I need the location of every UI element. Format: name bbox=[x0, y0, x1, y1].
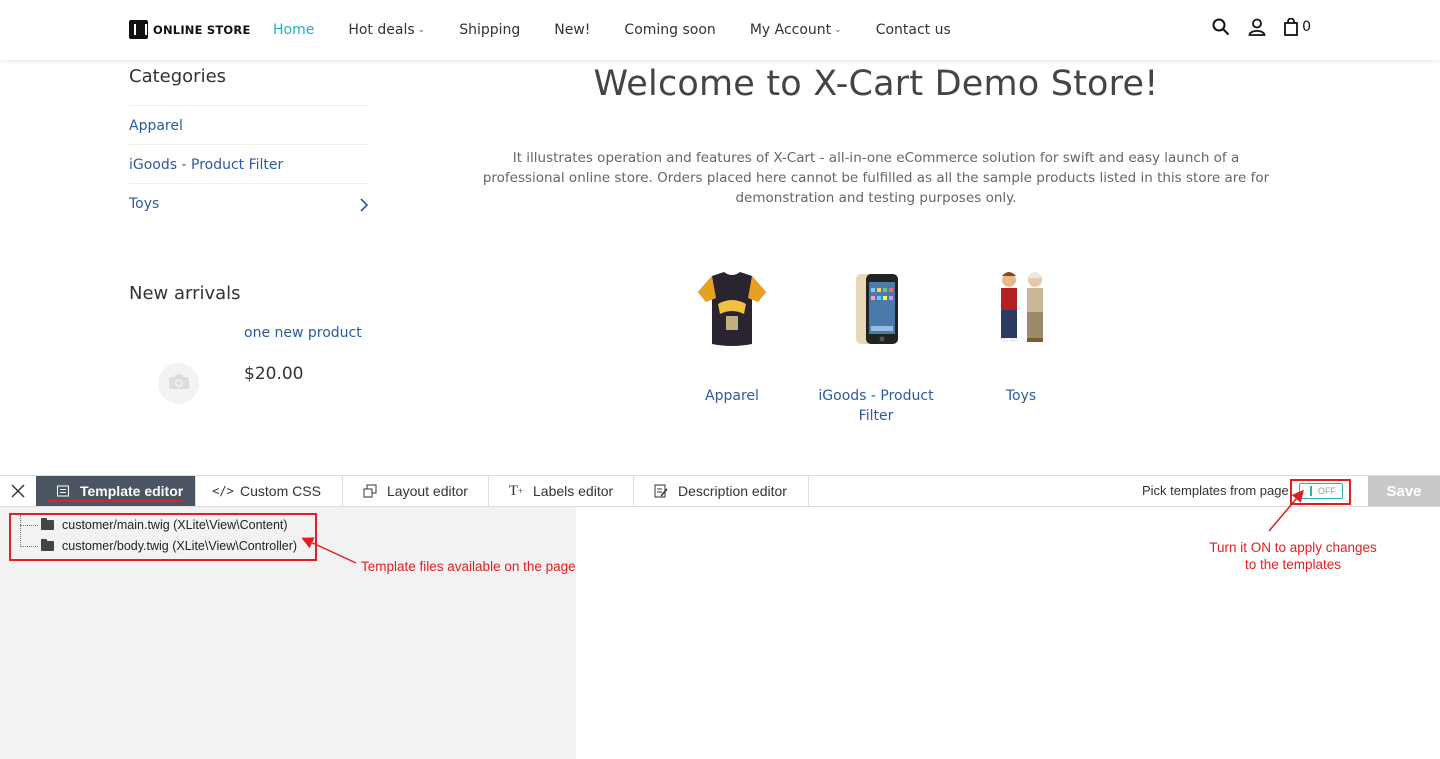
nav-coming-soon-label: Coming soon bbox=[624, 22, 716, 38]
nav-coming-soon[interactable]: Coming soon bbox=[624, 22, 715, 38]
search-icon[interactable] bbox=[1212, 18, 1230, 36]
nav-home-label: Home bbox=[273, 22, 315, 38]
chevron-down-icon: ⌄ bbox=[417, 25, 426, 35]
nav-home[interactable]: Home bbox=[273, 22, 314, 38]
cart-count[interactable]: 0 bbox=[1302, 19, 1311, 35]
nav-my-account[interactable]: My Account ⌄ bbox=[750, 22, 842, 38]
header-tools: 0 bbox=[1212, 18, 1311, 36]
main-nav: Home Hot deals ⌄ Shipping New! Coming soo… bbox=[273, 0, 985, 60]
nav-new-label: New! bbox=[554, 22, 591, 38]
logo-icon bbox=[129, 20, 148, 39]
nav-contact-us[interactable]: Contact us bbox=[876, 22, 951, 38]
nav-shipping[interactable]: Shipping bbox=[459, 22, 520, 38]
annotation-toggle-note: Turn it ON to apply changes to the templ… bbox=[1180, 539, 1406, 573]
chevron-down-icon: ⌄ bbox=[834, 25, 842, 35]
user-icon[interactable] bbox=[1248, 18, 1266, 36]
nav-contact-us-label: Contact us bbox=[875, 22, 951, 38]
annotation-line: to the templates bbox=[1244, 557, 1342, 572]
annotation-line: Turn it ON to apply changes bbox=[1209, 540, 1377, 555]
annotation-arrows bbox=[301, 489, 1304, 564]
nav-shipping-label: Shipping bbox=[459, 22, 521, 38]
logo-text: ONLINE STORE bbox=[153, 22, 251, 37]
nav-my-account-label: My Account bbox=[749, 22, 832, 38]
annotation-tree-note: Template files available on the page bbox=[361, 559, 576, 574]
store-logo[interactable]: ONLINE STORE bbox=[129, 20, 251, 39]
cart-icon[interactable] bbox=[1284, 18, 1298, 36]
nav-hot-deals[interactable]: Hot deals ⌄ bbox=[348, 22, 425, 38]
nav-hot-deals-label: Hot deals bbox=[348, 22, 415, 38]
header: ONLINE STORE Home Hot deals ⌄ Shipping Ne… bbox=[0, 0, 1440, 60]
nav-new[interactable]: New! bbox=[554, 22, 590, 38]
